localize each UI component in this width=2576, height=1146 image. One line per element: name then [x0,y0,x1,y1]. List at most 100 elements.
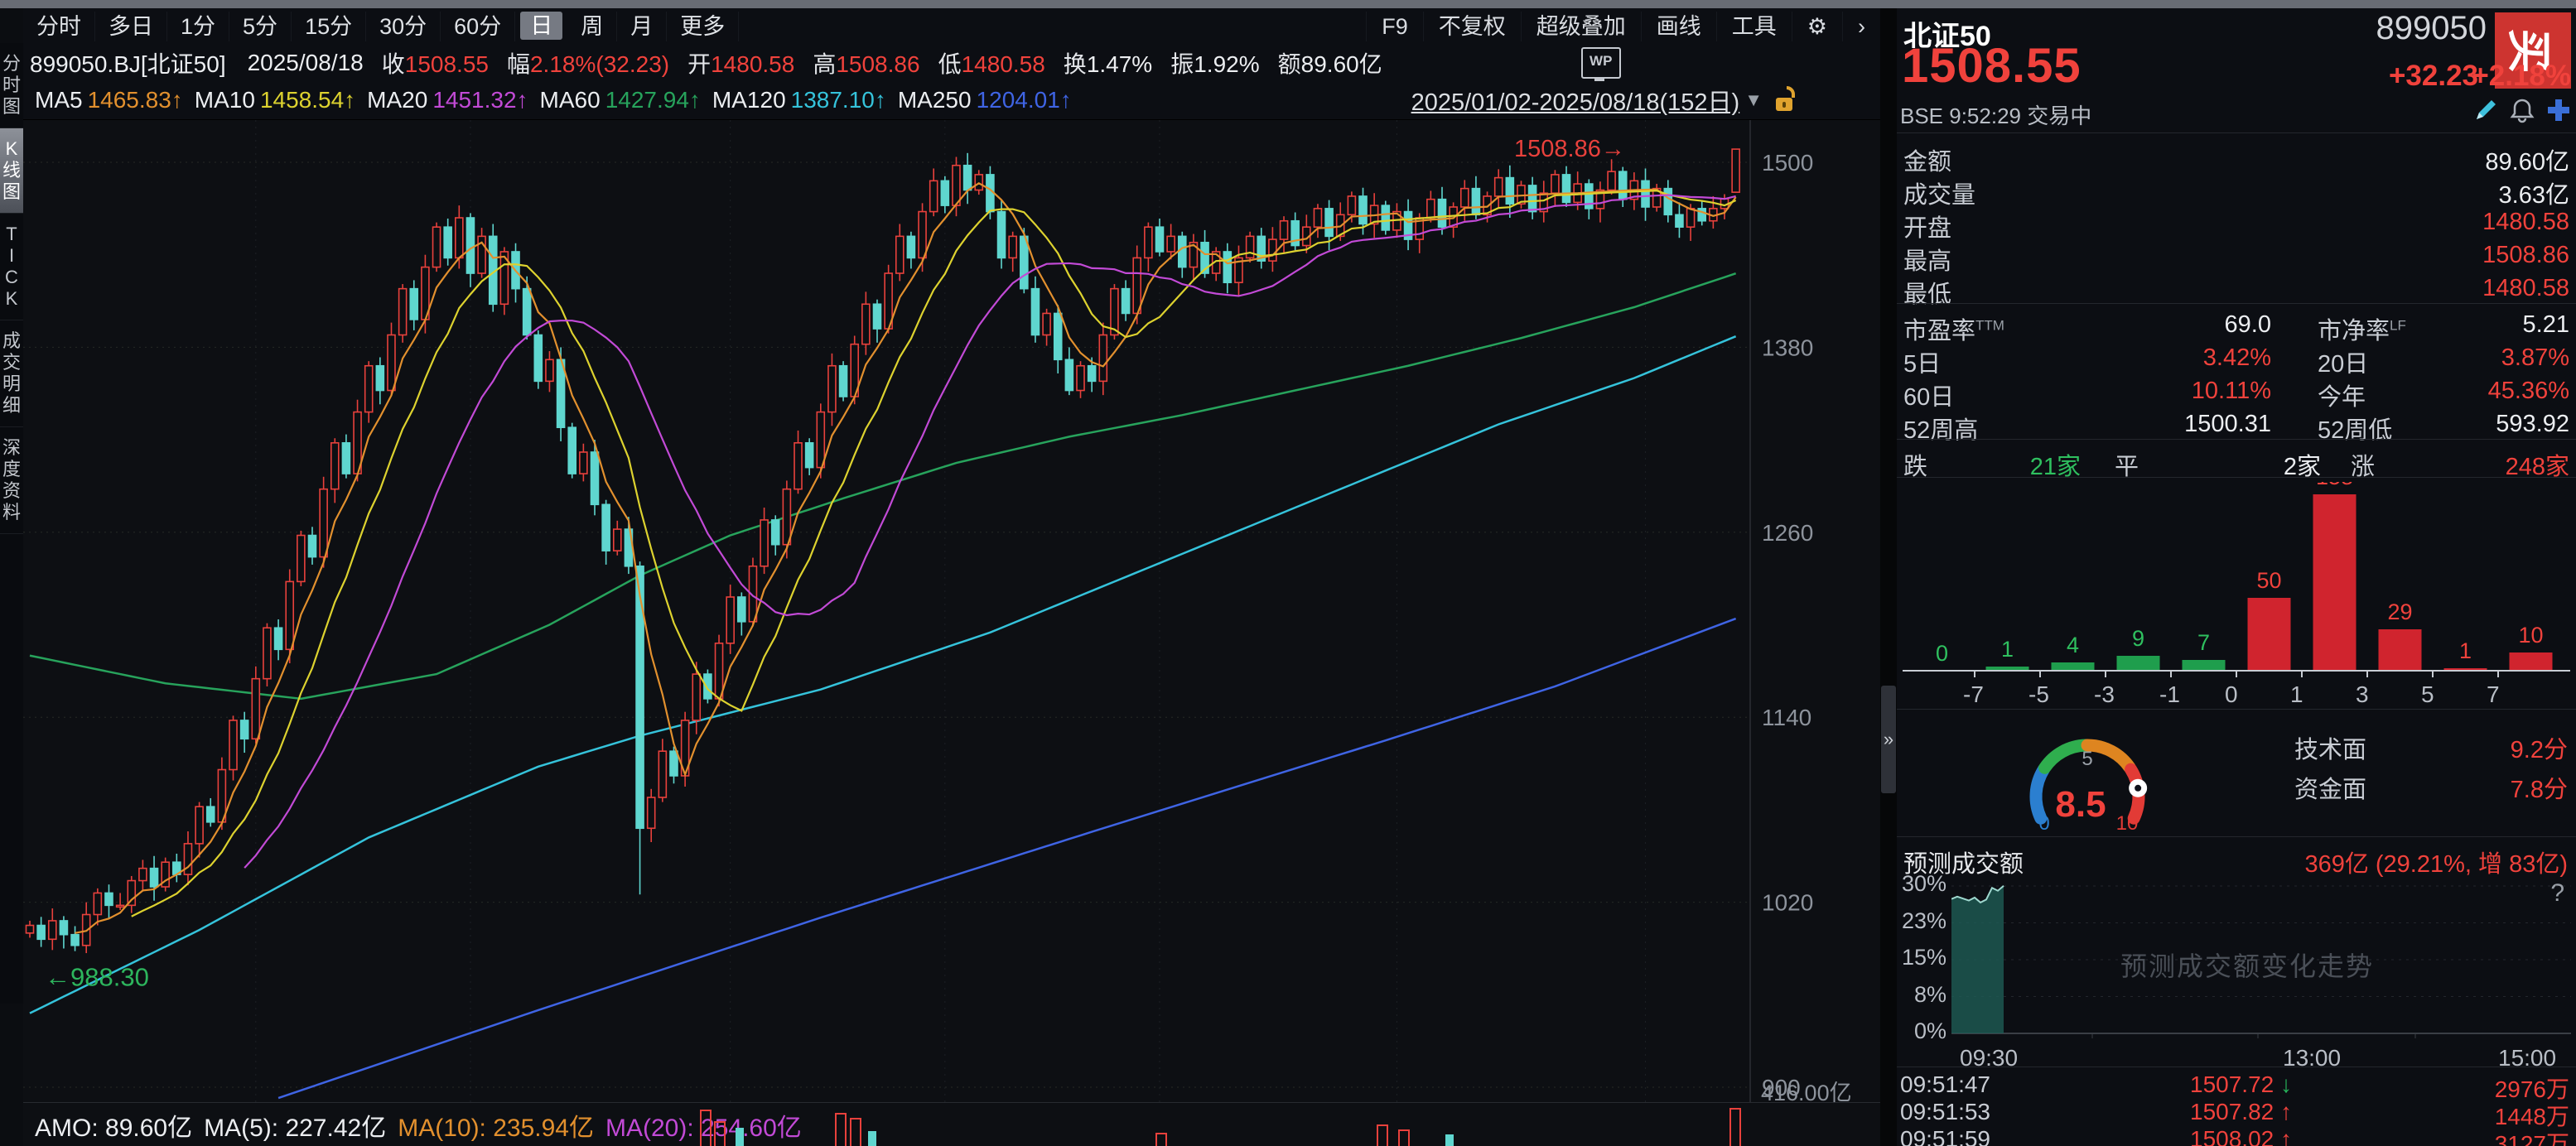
fc-ytick: 30% [1889,871,1946,897]
tool-画线[interactable]: 画线 [1641,12,1716,41]
left-view-tabs: 分时图K线图TICK成交明细深度资料 [0,43,23,1004]
ma-value-MA5: MA51465.83↑ [35,87,183,113]
ratio-row-市盈率: 市盈率TTM69.0市净率LF5.21 [1903,306,2569,339]
svg-text:9: 9 [2132,626,2144,651]
period-tab-月[interactable]: 月 [617,12,667,41]
stat-金额: 金额89.60亿 [1903,137,2569,171]
svg-text:0: 0 [2038,812,2049,835]
edit-pencil-icon[interactable] [2472,96,2500,124]
fc-ytick: 0% [1889,1018,1946,1044]
fc-ytick: 15% [1889,945,1946,970]
tool-工具[interactable]: 工具 [1716,12,1792,41]
ratio-row-52周高: 52周高1500.3152周低593.92 [1903,406,2569,439]
exchange-status: BSE 9:52:29 交易中 [1900,99,2091,130]
field-幅: 幅2.18%(32.23) [507,46,669,79]
date-range-control[interactable]: 2025/01/02-2025/08/18(152日) ▼ [1411,83,1801,118]
period-tab-15分[interactable]: 15分 [292,12,366,41]
field-振: 振1.92% [1170,46,1259,79]
forecast-value: 369亿 (29.21%, 增 83亿) [2304,845,2568,879]
volume-bar [714,1121,726,1146]
tick-row[interactable]: 09:51:471507.72 ↓2976万 [1900,1071,2573,1097]
collapse-handle[interactable]: » [1881,686,1896,793]
wp-monitor-icon[interactable]: WP [1581,47,1621,79]
tick-row[interactable]: 09:51:531507.82 ↑1448万 [1900,1099,2573,1124]
panel-divider [1880,8,1897,1146]
tool-不复权[interactable]: 不复权 [1423,12,1521,41]
stat-成交量: 成交量3.63亿 [1903,171,2569,204]
svg-text:1: 1 [2290,681,2303,707]
vol-MA5: MA(5): 227.42亿 [204,1107,386,1144]
svg-text:10: 10 [2518,623,2543,648]
sidebar-item-TICK[interactable]: TICK [0,214,23,320]
bell-icon[interactable] [2508,96,2536,124]
distribution-histogram: 014975015829110-7-5-3-101357 [1901,482,2572,707]
period-tab-60分[interactable]: 60分 [441,12,515,41]
period-tab-多日[interactable]: 多日 [95,12,167,41]
date-range-label[interactable]: 2025/01/02-2025/08/18(152日) [1411,83,1740,118]
score-gauge: 05108.5 [1980,717,2195,841]
volume-bar [868,1131,876,1146]
chevron-right-icon[interactable]: › [1842,12,1880,41]
quote-action-icons [2472,96,2573,124]
tool-超级叠加[interactable]: 超级叠加 [1521,12,1641,41]
score-value-技术面: 9.2分 [2511,730,2568,765]
tick-row[interactable]: 09:51:591508.02 ↑3127万 [1900,1126,2573,1146]
svg-text:7: 7 [2487,681,2500,707]
period-tab-5分[interactable]: 5分 [229,12,292,41]
field-收: 收1508.55 [382,46,489,79]
field-额: 额89.60亿 [1278,46,1382,79]
ma-value-MA250: MA2501204.01↑ [898,87,1072,113]
fc-xtick: 09:30 [1960,1045,2018,1071]
svg-text:5: 5 [2082,748,2092,770]
volume-bar [1377,1124,1388,1146]
field-开: 开1480.58 [687,46,794,79]
svg-text:1140: 1140 [1762,705,1811,730]
sidebar-item-成交明细[interactable]: 成交明细 [0,320,23,427]
ma-values: MA51465.83↑MA101458.54↑MA201451.32↑MA601… [23,87,1072,113]
chevron-down-icon[interactable]: ▼ [1744,89,1763,111]
svg-text:1020: 1020 [1762,890,1813,916]
period-tab-30分[interactable]: 30分 [366,12,441,41]
period-tab-日[interactable]: 日 [520,12,562,40]
svg-text:3: 3 [2356,681,2369,707]
price-change-pct: +2.18% [2472,60,2571,93]
period-tab-分时[interactable]: 分时 [23,12,95,41]
stat-开盘: 开盘1480.58 [1903,204,2569,237]
vol-AMO: AMO: 89.60亿 [35,1107,192,1144]
gear-icon[interactable]: ⚙ [1792,12,1842,41]
tool-F9[interactable]: F9 [1366,12,1423,41]
svg-text:416.00亿: 416.00亿 [1761,1081,1852,1102]
sidebar-item-K线图[interactable]: K线图 [0,128,23,214]
score-label-技术面: 技术面 [2294,730,2366,765]
kline-chart[interactable]: 150013801260114010209001508.86→←988.3041… [23,120,1880,1102]
fc-ytick: 8% [1889,982,1946,1008]
vol-MA10: MA(10): 235.94亿 [398,1107,594,1144]
svg-text:10: 10 [2116,812,2139,835]
sidebar-item-分时图[interactable]: 分时图 [0,43,23,128]
fc-xtick: 15:00 [2498,1045,2556,1071]
sidebar-item-深度资料[interactable]: 深度资料 [0,427,23,534]
quote-date: 2025/08/18 [248,50,364,76]
window-top-strip [0,0,2576,8]
ma-value-MA60: MA601427.94↑ [540,87,701,113]
volume-bar [835,1113,847,1146]
period-tab-1分[interactable]: 1分 [167,12,229,41]
svg-text:0: 0 [1936,641,1948,666]
stat-最低: 最低1480.58 [1903,270,2569,303]
unlock-icon[interactable] [1773,85,1801,115]
field-高: 高1508.86 [813,46,919,79]
svg-text:5: 5 [2421,681,2434,707]
toolbar-right: F9不复权超级叠加画线工具⚙› [1366,8,1880,45]
symbol-label: 899050.BJ[北证50] [30,46,226,79]
period-tabs: 分时多日1分5分15分30分60分日周月更多 [23,12,739,41]
period-tab-周[interactable]: 周 [567,12,617,41]
ratio-row-60日: 60日10.11%今年45.36% [1903,373,2569,406]
add-plus-icon[interactable] [2545,96,2573,124]
period-tab-更多[interactable]: 更多 [667,12,739,41]
svg-text:1: 1 [2459,638,2472,663]
score-label-资金面: 资金面 [2294,770,2366,805]
svg-text:1: 1 [2001,637,2014,662]
svg-text:←988.30: ←988.30 [45,963,149,992]
market-breadth-row: 跌21家平2家涨248家 [1903,442,2569,475]
volume-bar [1155,1133,1167,1146]
